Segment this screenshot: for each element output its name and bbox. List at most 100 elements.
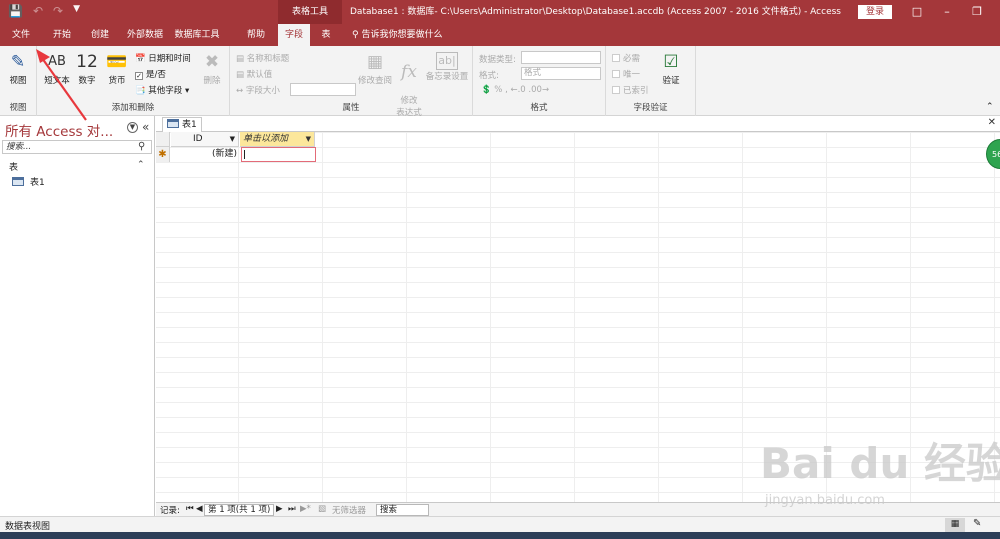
yesno-button[interactable]: ✓ 是/否 xyxy=(135,68,166,80)
current-record-input[interactable]: 第 1 项(共 1 项) xyxy=(204,504,275,516)
filter-icon[interactable]: ▧ xyxy=(318,504,326,514)
number-format-buttons: 💲 % , ←.0 .00→ xyxy=(481,85,549,95)
redo-icon[interactable]: ↷ xyxy=(53,4,63,18)
validation-button[interactable]: ☑ 验证 xyxy=(656,52,686,86)
navigation-pane: 所有 Access 对... ▼ « 搜索... ⚲ 表 ⌃ 表1 xyxy=(0,116,155,516)
nav-search-input[interactable]: 搜索... xyxy=(2,140,152,154)
prev-record-icon[interactable]: ◀ xyxy=(196,504,203,514)
contextual-tool-title: 表格工具 xyxy=(278,0,342,24)
field-size-input[interactable] xyxy=(290,83,356,96)
validation-icon: ☑ xyxy=(663,52,679,72)
chevron-down-icon[interactable]: ▼ xyxy=(230,132,235,146)
more-fields-button[interactable]: 📑 其他字段 ▾ xyxy=(135,84,189,96)
field-size-label: 字段大小 xyxy=(245,86,280,96)
group-properties: ▤ 名称和标题 ▤ 默认值 ↔ 字段大小 ▦ 修改查阅 fx 修改 表达式 ab… xyxy=(230,46,473,118)
short-text-button[interactable]: AB 短文本 xyxy=(41,52,73,86)
increase-decimal-icon[interactable]: ←.0 xyxy=(510,85,525,95)
currency-label: 货币 xyxy=(108,76,126,86)
active-cell[interactable] xyxy=(241,147,316,162)
minimize-icon[interactable]: – xyxy=(932,0,962,24)
close-icon[interactable]: ✕ xyxy=(988,117,996,128)
column-header-click-to-add[interactable]: 单击以添加 ▼ xyxy=(240,132,315,147)
name-caption-button[interactable]: ▤ 名称和标题 xyxy=(236,52,289,64)
tab-fields[interactable]: 字段 xyxy=(278,24,310,46)
save-icon[interactable]: 💾 xyxy=(8,4,23,18)
required-checkbox[interactable]: 必需 xyxy=(612,52,640,64)
number-label: 数字 xyxy=(78,76,96,86)
indexed-checkbox[interactable]: 已索引 xyxy=(612,84,649,96)
record-search-input[interactable]: 搜索 xyxy=(376,504,429,516)
comma-button[interactable]: , xyxy=(505,85,508,95)
datasheet-view-icon[interactable]: ▦ xyxy=(945,518,965,532)
decrease-decimal-icon[interactable]: .00→ xyxy=(528,85,549,95)
column-header-id[interactable]: ID ▼ xyxy=(171,132,239,147)
tell-me-box[interactable]: ⚲ 告诉我你想要做什么 xyxy=(352,24,442,46)
tab-database-tools[interactable]: 数据库工具 xyxy=(166,24,228,46)
undo-icon[interactable]: ↶ xyxy=(33,4,43,18)
nav-item-label: 表1 xyxy=(30,178,45,188)
datetime-button[interactable]: 📅 日期和时间 xyxy=(135,52,191,64)
first-record-icon[interactable]: ⏮ xyxy=(186,504,194,514)
format-label: 格式: xyxy=(479,71,499,81)
window-title: Database1 : 数据库- C:\Users\Administrator\… xyxy=(350,7,841,17)
tab-file[interactable]: 文件 xyxy=(6,24,36,46)
document-tab-table1[interactable]: 表1 xyxy=(162,117,202,132)
default-value-button[interactable]: ▤ 默认值 xyxy=(236,68,272,80)
default-value-label: 默认值 xyxy=(246,70,273,80)
field-size-icon: ↔ xyxy=(236,86,244,96)
tab-create[interactable]: 创建 xyxy=(84,24,116,46)
group-label-format: 格式 xyxy=(530,103,548,113)
ribbon: ✎ 视图 视图 AB 短文本 12 数字 💳 货币 📅 日期和时间 ✓ 是/否 📑… xyxy=(0,46,1000,118)
tab-table[interactable]: 表 xyxy=(314,24,338,46)
percent-button[interactable]: % xyxy=(494,85,502,95)
tab-external-data[interactable]: 外部数据 xyxy=(122,24,168,46)
more-fields-icon: 📑 xyxy=(135,86,146,96)
design-view-icon[interactable]: ✎ xyxy=(973,518,981,529)
title-bar: 💾 ↶ ↷ ▼ 表格工具 Database1 : 数据库- C:\Users\A… xyxy=(0,0,1000,24)
collapse-pane-icon[interactable]: « xyxy=(142,120,149,134)
chevron-down-icon[interactable]: ▼ xyxy=(306,132,311,146)
currency-format-icon[interactable]: 💲 xyxy=(481,85,492,95)
ribbon-display-icon[interactable]: □ xyxy=(902,0,932,24)
currency-button[interactable]: 💳 货币 xyxy=(103,52,131,86)
currency-icon: 💳 xyxy=(106,52,128,72)
customize-icon[interactable]: ▼ xyxy=(73,4,80,18)
modify-lookup-button[interactable]: ▦ 修改查阅 xyxy=(358,52,392,86)
indexed-label: 已索引 xyxy=(623,86,649,96)
new-record-id-cell[interactable]: (新建) xyxy=(171,147,239,162)
baidu-watermark-url: jingyan.baidu.com xyxy=(765,493,885,508)
last-record-icon[interactable]: ⏭ xyxy=(288,504,296,514)
nav-item-table1[interactable]: 表1 xyxy=(12,175,45,188)
short-text-label: 短文本 xyxy=(44,76,70,86)
memo-settings-label: 备忘录设置 xyxy=(425,72,469,82)
delete-button[interactable]: ✖ 删除 xyxy=(199,52,225,86)
nav-pane-title[interactable]: 所有 Access 对... xyxy=(5,120,113,140)
login-button[interactable]: 登录 xyxy=(858,5,892,19)
nav-group-tables[interactable]: 表 xyxy=(9,160,18,173)
select-all-cell[interactable] xyxy=(156,132,170,147)
yesno-label: 是/否 xyxy=(146,70,166,80)
table-icon xyxy=(12,177,24,186)
collapse-ribbon-icon[interactable]: ⌃ xyxy=(986,102,994,112)
restore-icon[interactable]: ❐ xyxy=(962,0,992,24)
tab-home[interactable]: 开始 xyxy=(46,24,78,46)
memo-settings-button[interactable]: ab| 备忘录设置 xyxy=(424,52,470,82)
datatype-label: 数据类型: xyxy=(479,55,516,65)
number-button[interactable]: 12 数字 xyxy=(73,52,101,86)
chevron-down-icon[interactable]: ▼ xyxy=(127,122,138,133)
group-validation: 必需 唯一 已索引 ☑ 验证 字段验证 xyxy=(606,46,696,116)
view-button[interactable]: ✎ 视图 xyxy=(4,52,32,86)
checkbox-icon: ✓ xyxy=(135,72,143,80)
next-record-icon[interactable]: ▶ xyxy=(276,504,283,514)
search-icon[interactable]: ⚲ xyxy=(138,141,145,152)
new-record-icon[interactable]: ▶* xyxy=(300,504,311,514)
format-select[interactable]: 格式 xyxy=(521,67,601,80)
datatype-select[interactable] xyxy=(521,51,601,64)
filter-status[interactable]: 无筛选器 xyxy=(332,504,366,516)
indexed-check-icon xyxy=(612,86,620,94)
collapse-group-icon[interactable]: ⌃ xyxy=(137,160,145,170)
unique-checkbox[interactable]: 唯一 xyxy=(612,68,640,80)
new-record-selector[interactable]: ✱ xyxy=(156,147,170,162)
tab-help[interactable]: 帮助 xyxy=(240,24,272,46)
status-bar: 数据表视图 ▦ ✎ xyxy=(0,516,1000,532)
